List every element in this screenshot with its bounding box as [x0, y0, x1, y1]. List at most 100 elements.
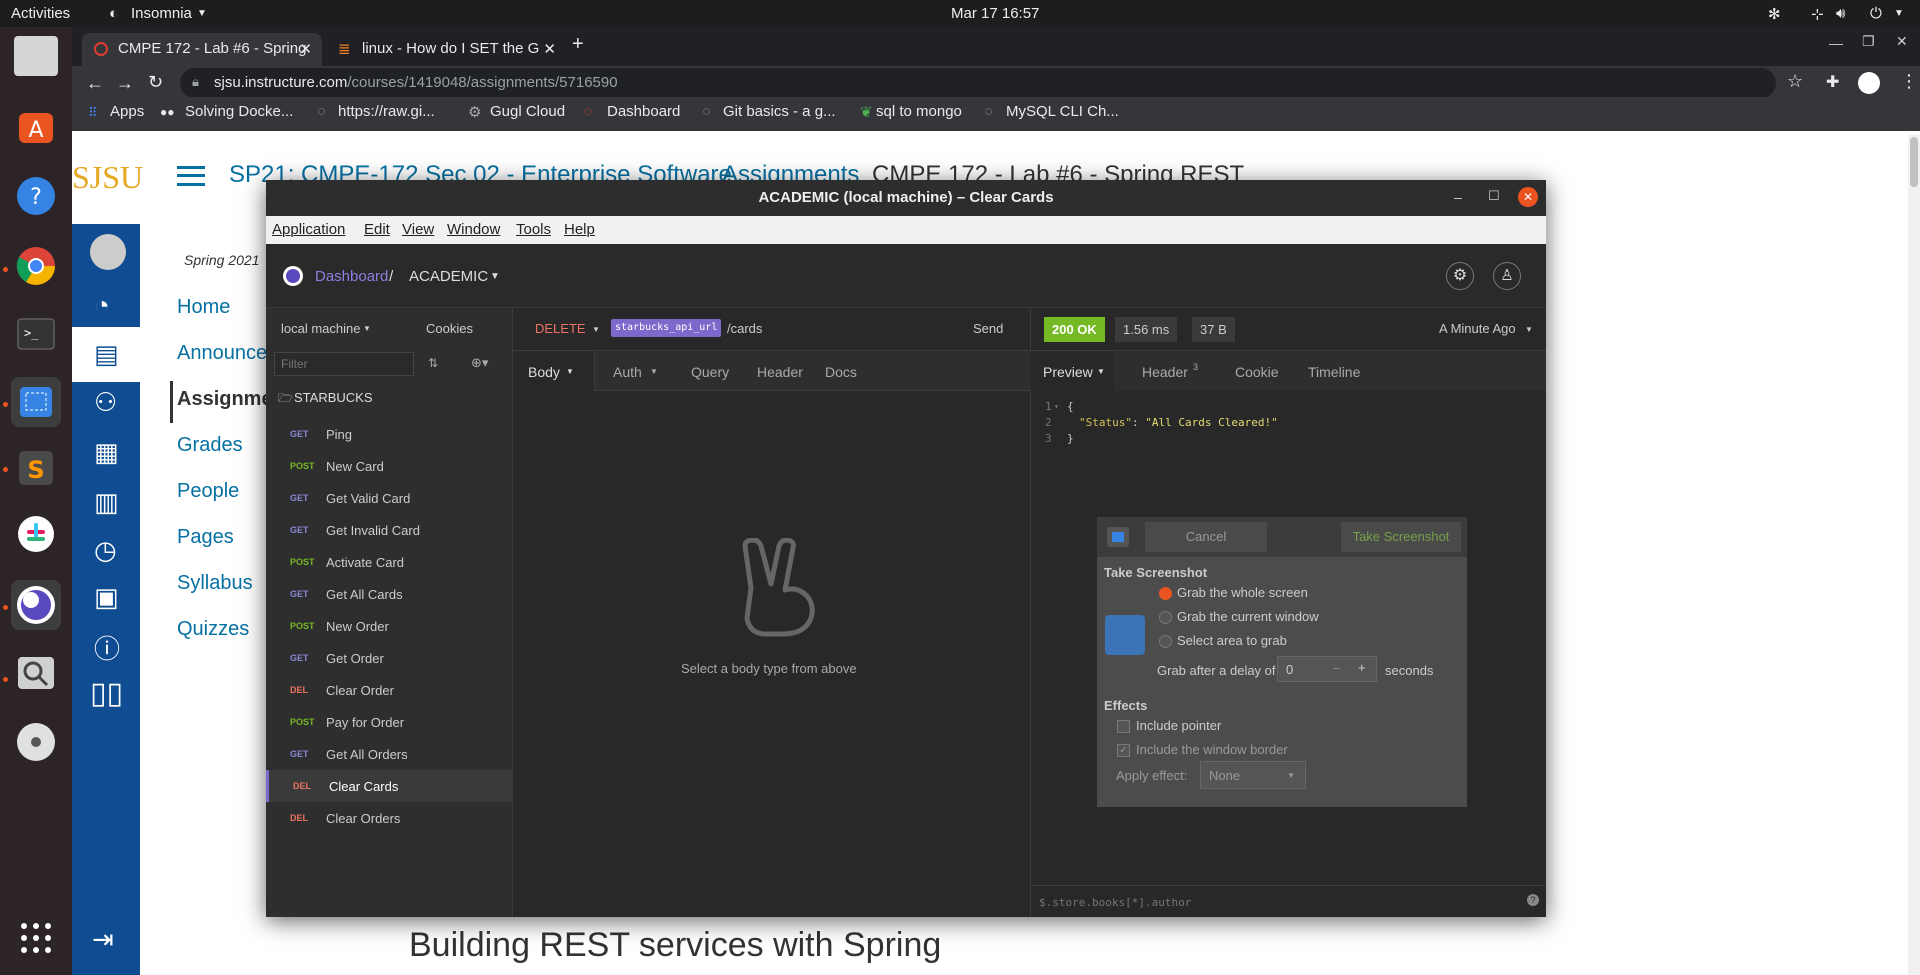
sidebar-request-item[interactable]: DEL Clear Cards: [266, 770, 513, 802]
tab-stackexchange[interactable]: ≣ linux - How do I SET the G ✕: [326, 33, 566, 66]
chrome-icon[interactable]: [11, 241, 61, 291]
clock[interactable]: Mar 17 16:57: [951, 5, 1039, 22]
workspace-name[interactable]: ACADEMIC: [409, 268, 488, 285]
radio-current-window[interactable]: [1159, 611, 1172, 624]
courses-nav-active[interactable]: ▤: [72, 327, 140, 382]
sidebar-request-item[interactable]: GET Get All Orders: [266, 738, 513, 770]
url-path[interactable]: /cards: [727, 321, 762, 336]
tab-cookie[interactable]: Cookie: [1235, 364, 1279, 380]
extensions-icon[interactable]: ✚: [1826, 72, 1839, 92]
course-nav-quizzes[interactable]: Quizzes: [177, 618, 249, 641]
menu-tools[interactable]: Tools: [516, 221, 551, 238]
add-request-icon[interactable]: ⊕▾: [471, 355, 488, 371]
menu-help[interactable]: Help: [564, 221, 595, 238]
jsonpath-filter-input[interactable]: [1039, 892, 1499, 912]
sort-icon[interactable]: ⇅: [428, 356, 438, 370]
menu-window[interactable]: Window: [447, 221, 500, 238]
profile-avatar[interactable]: [1858, 72, 1880, 94]
decrement-icon[interactable]: –: [1333, 660, 1340, 675]
calendar-icon[interactable]: ▦: [94, 437, 119, 468]
take-screenshot-button[interactable]: Take Screenshot: [1341, 522, 1461, 552]
sidebar-request-item[interactable]: DEL Clear Order: [266, 674, 513, 706]
option-select-area[interactable]: Select area to grab: [1177, 633, 1287, 648]
effect-dropdown[interactable]: None ▼: [1200, 761, 1306, 789]
close-icon[interactable]: ✕: [299, 40, 312, 58]
bookmark-gugl-cloud[interactable]: Gugl Cloud: [490, 103, 565, 120]
folder-starbucks[interactable]: STARBUCKS: [294, 390, 373, 405]
terminal-icon[interactable]: >_: [11, 309, 61, 359]
tab-canvas[interactable]: CMPE 172 - Lab #6 - Spring ✕: [82, 33, 322, 66]
bookmark-sql-to-mongo[interactable]: sql to mongo: [876, 103, 962, 120]
sublime-text-icon[interactable]: S: [11, 443, 61, 493]
close-icon[interactable]: ✕: [543, 40, 556, 58]
sidebar-request-item[interactable]: DEL Clear Orders: [266, 802, 513, 834]
show-apps-icon[interactable]: [11, 913, 61, 963]
back-icon[interactable]: ←: [86, 73, 104, 94]
tab-query[interactable]: Query: [691, 364, 729, 380]
send-button[interactable]: Send: [973, 321, 1003, 336]
bookmark-star-icon[interactable]: ☆: [1787, 71, 1803, 92]
fold-icon[interactable]: ▾: [1054, 399, 1059, 415]
sidebar-request-item[interactable]: GET Ping: [266, 418, 513, 450]
sidebar-request-item[interactable]: GET Get Invalid Card: [266, 514, 513, 546]
sidebar-request-item[interactable]: POST New Order: [266, 610, 513, 642]
hamburger-menu-icon[interactable]: [177, 166, 205, 186]
method-selector[interactable]: DELETE: [535, 321, 586, 336]
files-icon[interactable]: [14, 36, 58, 76]
menu-application[interactable]: Application: [272, 221, 345, 238]
course-nav-grades[interactable]: Grades: [177, 434, 243, 457]
history-icon[interactable]: ◷: [94, 535, 117, 566]
disc-icon[interactable]: [11, 717, 61, 767]
checkbox-include-border[interactable]: ✓: [1117, 744, 1130, 757]
bookmark-git-basics[interactable]: Git basics - a g...: [723, 103, 836, 120]
forward-icon[interactable]: →: [116, 73, 134, 94]
tab-timeline[interactable]: Timeline: [1308, 364, 1360, 380]
checkbox-include-pointer[interactable]: [1117, 720, 1130, 733]
network-icon[interactable]: ⊹: [1811, 5, 1824, 23]
magnifier-icon[interactable]: [11, 648, 61, 698]
sidebar-filter-input[interactable]: [274, 352, 414, 376]
sidebar-request-item[interactable]: GET Get Valid Card: [266, 482, 513, 514]
response-history-selector[interactable]: A Minute Ago: [1439, 321, 1516, 336]
tab-body[interactable]: Body ▼: [513, 351, 595, 391]
menu-edit[interactable]: Edit: [364, 221, 390, 238]
tab-header[interactable]: Header: [1142, 364, 1188, 380]
course-nav-pages[interactable]: Pages: [177, 526, 234, 549]
chevron-down-icon[interactable]: ▼: [490, 271, 500, 282]
bookmark-docker[interactable]: Solving Docke...: [185, 103, 293, 120]
settings-gear-icon[interactable]: ⚙: [1446, 262, 1474, 290]
bookmark-raw[interactable]: https://raw.gi...: [338, 103, 435, 120]
restore-icon[interactable]: ❐: [1862, 33, 1875, 50]
help-icon[interactable]: ⓘ: [94, 629, 120, 666]
increment-icon[interactable]: +: [1358, 660, 1366, 675]
sidebar-request-item[interactable]: POST Pay for Order: [266, 706, 513, 738]
env-variable-tag[interactable]: starbucks_api_url: [611, 319, 722, 337]
delay-spinner[interactable]: 0 – +: [1277, 656, 1377, 682]
tab-preview[interactable]: Preview ▼: [1031, 351, 1114, 391]
breadcrumb-dashboard[interactable]: Dashboard: [315, 268, 388, 285]
radio-select-area[interactable]: [1159, 635, 1172, 648]
sidebar-request-item[interactable]: POST Activate Card: [266, 546, 513, 578]
power-icon[interactable]: ⏻: [1870, 5, 1882, 22]
screenshot-tool-icon[interactable]: [11, 377, 61, 427]
activities-button[interactable]: Activities: [11, 5, 70, 22]
new-tab-icon[interactable]: +: [572, 33, 584, 56]
option-whole-screen[interactable]: Grab the whole screen: [1177, 585, 1308, 600]
radio-selected[interactable]: [1159, 587, 1172, 600]
cookies-button[interactable]: Cookies: [426, 321, 473, 336]
slack-icon[interactable]: [11, 509, 61, 559]
account-avatar[interactable]: [90, 234, 126, 270]
volume-icon[interactable]: 🔊︎: [1836, 5, 1845, 22]
close-icon[interactable]: ✕: [1518, 187, 1538, 207]
close-window-icon[interactable]: ✕: [1896, 33, 1908, 50]
chrome-menu-icon[interactable]: ⋮: [1900, 71, 1918, 92]
bookmark-apps[interactable]: Apps: [110, 103, 144, 120]
help-icon[interactable]: ?: [1527, 894, 1539, 906]
insomnia-dock-icon[interactable]: [11, 580, 61, 630]
course-nav-syllabus[interactable]: Syllabus: [177, 572, 253, 595]
address-bar[interactable]: 🔒︎ sjsu.instructure.com/courses/1419048/…: [180, 68, 1776, 98]
studio-icon[interactable]: ▣: [94, 582, 119, 613]
sidebar-request-item[interactable]: POST New Card: [266, 450, 513, 482]
collapse-nav-icon[interactable]: ⇥: [92, 924, 114, 955]
course-nav-people[interactable]: People: [177, 480, 239, 503]
